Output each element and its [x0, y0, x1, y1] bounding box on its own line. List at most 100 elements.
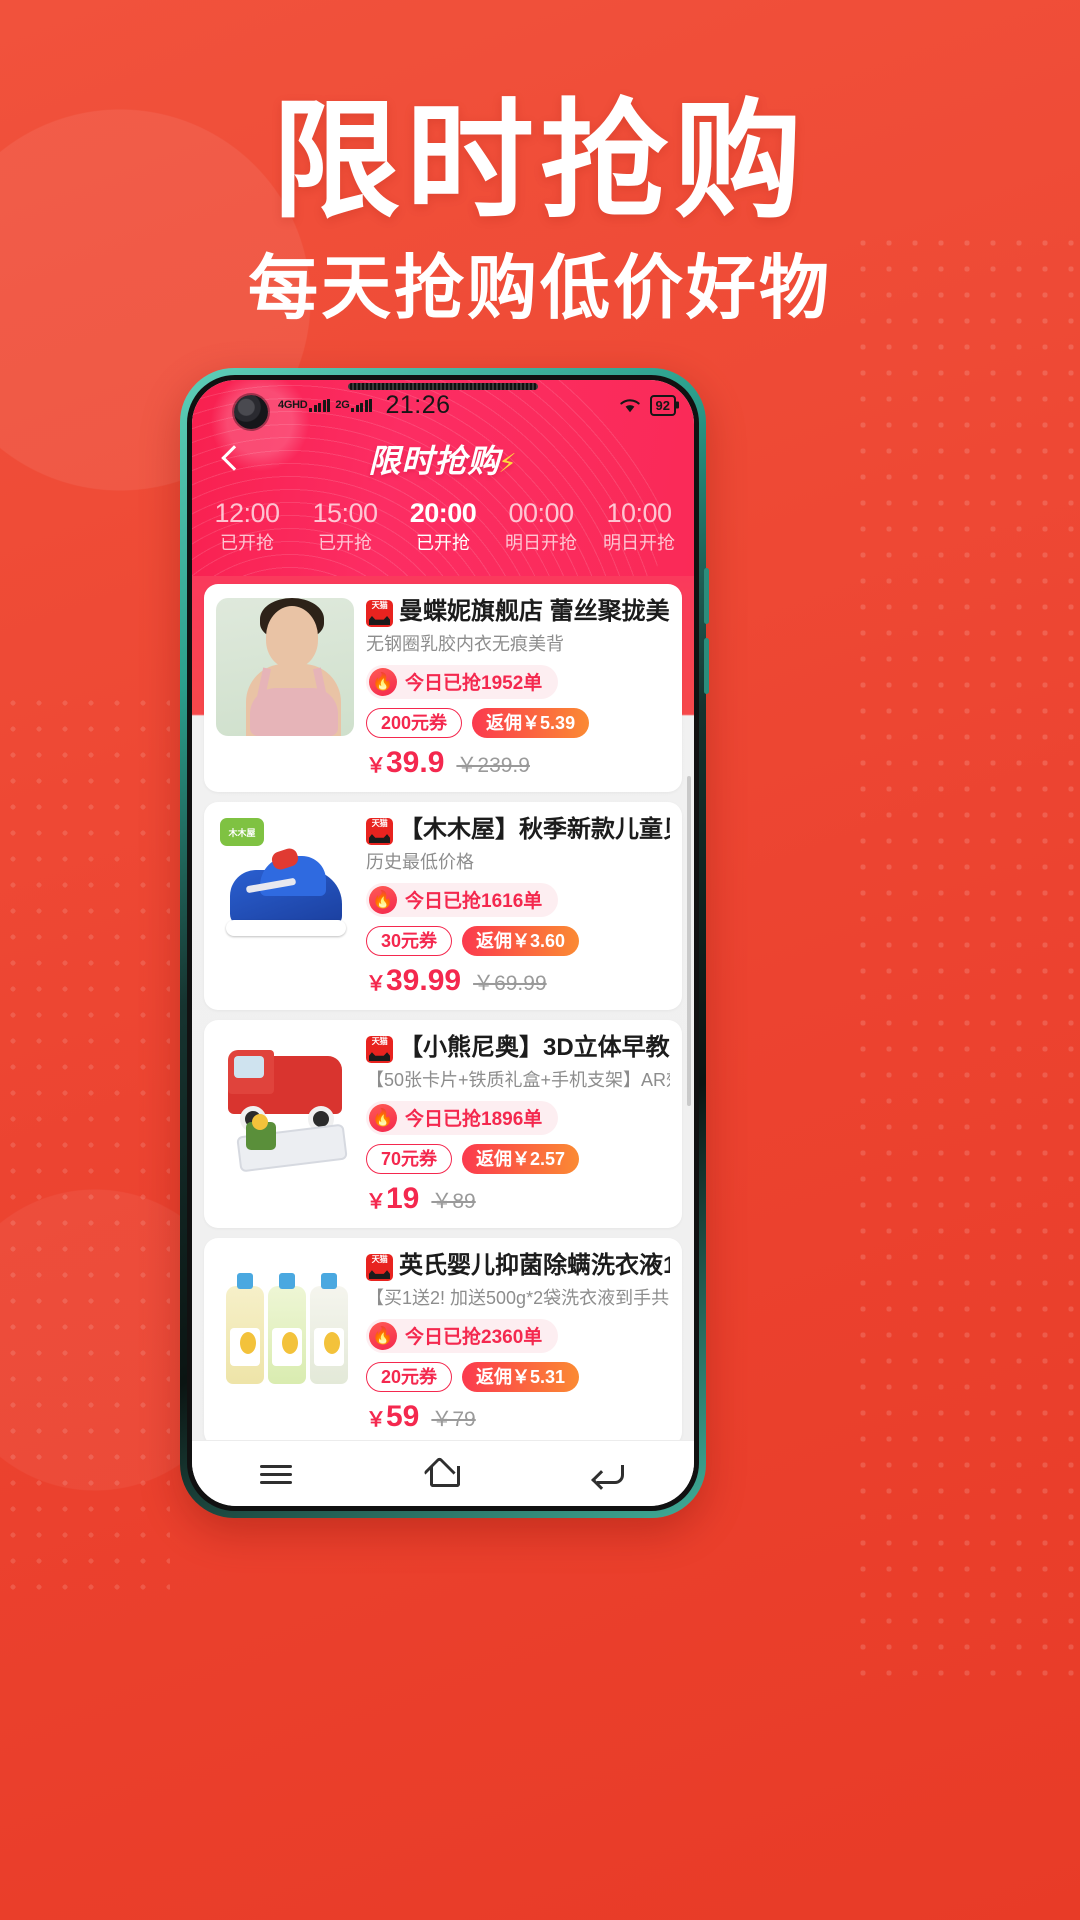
- menu-icon[interactable]: [253, 1457, 299, 1491]
- product-info: 天猫 【小熊尼奥】3D立体早教认 【50张卡片+铁质礼盒+手机支架】AR效 🔥 …: [366, 1034, 670, 1214]
- product-badges: 30元券 返佣￥3.60: [366, 925, 670, 957]
- original-price: ￥79: [431, 1408, 476, 1432]
- product-title-row: 天猫 英氏婴儿抑菌除螨洗衣液1瓶: [366, 1252, 670, 1282]
- tab-status: 已开抢: [318, 533, 372, 554]
- coupon-badge[interactable]: 70元券: [366, 1143, 453, 1175]
- product-title-row: 天猫 【小熊尼奥】3D立体早教认: [366, 1034, 670, 1064]
- rebate-badge: 返佣￥3.60: [462, 925, 580, 957]
- coupon-badge[interactable]: 30元券: [366, 925, 453, 957]
- product-title-row: 天猫 曼蝶妮旗舰店 蕾丝聚拢美背: [366, 598, 670, 627]
- phone-side-button-down[interactable]: [704, 638, 709, 694]
- tab-time: 12:00: [214, 498, 280, 528]
- lightning-bolt-icon: ⚡: [498, 448, 518, 478]
- rebate-badge: 返佣￥5.39: [472, 707, 590, 739]
- product-card[interactable]: 天猫 英氏婴儿抑菌除螨洗衣液1瓶 【买1送2! 加送500g*2袋洗衣液到手共 …: [204, 1238, 682, 1440]
- product-thumbnail[interactable]: [216, 1034, 354, 1173]
- tab-time: 00:00: [508, 498, 574, 528]
- product-badges: 200元券 返佣￥5.39: [366, 707, 670, 739]
- tmall-badge-icon: 天猫: [366, 600, 393, 627]
- tmall-badge-icon: 天猫: [366, 1254, 393, 1282]
- signal-indicator-1: 4GHD: [278, 398, 331, 412]
- product-subtitle: 无钢圈乳胶内衣无痕美背: [366, 634, 564, 654]
- original-price: ￥69.99: [473, 972, 547, 996]
- network-label-1: 4GHD: [278, 398, 308, 411]
- status-bar-right: 92: [618, 394, 676, 416]
- product-card[interactable]: 天猫 【小熊尼奥】3D立体早教认 【50张卡片+铁质礼盒+手机支架】AR效 🔥 …: [204, 1020, 682, 1229]
- current-price: ￥39.9: [366, 746, 445, 780]
- sold-count-text: 今日已抢2360单: [405, 1327, 543, 1349]
- status-clock: 21:26: [385, 390, 451, 419]
- tab-status: 已开抢: [220, 533, 274, 554]
- sold-count-badge: 🔥 今日已抢1616单: [366, 882, 559, 917]
- product-subtitle: 【50张卡片+铁质礼盒+手机支架】AR效: [366, 1070, 670, 1091]
- system-navigation-bar: [192, 1440, 694, 1506]
- flame-icon: 🔥: [369, 1103, 397, 1132]
- tmall-badge-label: 天猫: [371, 1254, 388, 1264]
- product-thumbnail[interactable]: [216, 1252, 354, 1391]
- back-arrow-icon[interactable]: [587, 1457, 633, 1491]
- price-row: ￥39.9 ￥239.9: [366, 748, 670, 778]
- product-scroll-container: 天猫 曼蝶妮旗舰店 蕾丝聚拢美背 无钢圈乳胶内衣无痕美背 🔥 今日已抢1952单…: [204, 576, 682, 1440]
- page-subtitle: 每天抢购低价好物: [248, 249, 832, 327]
- tmall-badge-label: 天猫: [371, 818, 388, 828]
- tab-session-2[interactable]: 20:00 已开抢: [394, 498, 492, 555]
- price-row: ￥59 ￥79: [366, 1402, 670, 1432]
- product-card[interactable]: 天猫 曼蝶妮旗舰店 蕾丝聚拢美背 无钢圈乳胶内衣无痕美背 🔥 今日已抢1952单…: [204, 584, 682, 793]
- tab-status: 已开抢: [416, 533, 470, 554]
- app-nav-row: 限时抢购⚡: [192, 430, 694, 488]
- time-tab-bar: 12:00 已开抢 15:00 已开抢 20:00 已开抢 00:00 明日开抢: [192, 488, 694, 555]
- sold-count-badge: 🔥 今日已抢1952单: [366, 664, 559, 699]
- earpiece-speaker: [348, 383, 538, 390]
- tmall-badge-icon: 天猫: [366, 1036, 393, 1064]
- tab-session-1[interactable]: 15:00 已开抢: [296, 498, 394, 555]
- product-title-row: 天猫 【木木屋】秋季新款儿童贝: [366, 816, 670, 846]
- product-badges: 70元券 返佣￥2.57: [366, 1143, 670, 1175]
- coupon-badge[interactable]: 20元券: [366, 1361, 453, 1393]
- tab-status: 明日开抢: [603, 533, 675, 554]
- rebate-badge: 返佣￥5.31: [462, 1361, 580, 1393]
- coupon-badge[interactable]: 200元券: [366, 707, 463, 739]
- battery-indicator: 92: [649, 394, 676, 416]
- tab-session-4[interactable]: 10:00 明日开抢: [590, 498, 688, 555]
- dot-pattern-left: [0, 690, 170, 1590]
- product-thumbnail[interactable]: [216, 598, 354, 736]
- phone-side-button-up[interactable]: [704, 568, 709, 624]
- product-info: 天猫 【木木屋】秋季新款儿童贝 历史最低价格 🔥 今日已抢1616单 30元券 …: [366, 816, 670, 996]
- dot-pattern-right: [850, 230, 1080, 1680]
- current-price: ￥19: [366, 1182, 420, 1216]
- sold-count-text: 今日已抢1952单: [405, 673, 543, 695]
- sold-count-text: 今日已抢1616单: [405, 891, 543, 913]
- poster-headline-block: 限时抢购 每天抢购低价好物: [0, 98, 1080, 326]
- tab-session-3[interactable]: 00:00 明日开抢: [492, 498, 590, 555]
- app-header: 4GHD 2G 21:26 92 限时抢购⚡ 12:00 已开抢 15:00 已…: [192, 380, 694, 576]
- current-price: ￥59: [366, 1400, 420, 1434]
- sold-count-badge: 🔥 今日已抢1896单: [366, 1100, 559, 1135]
- phone-bezel: 4GHD 2G 21:26 92 限时抢购⚡ 12:00 已开抢 15:00 已…: [187, 375, 699, 1511]
- original-price: ￥239.9: [456, 754, 530, 778]
- product-title: 【小熊尼奥】3D立体早教认: [399, 1034, 670, 1062]
- product-info: 天猫 英氏婴儿抑菌除螨洗衣液1瓶 【买1送2! 加送500g*2袋洗衣液到手共 …: [366, 1252, 670, 1432]
- product-badges: 20元券 返佣￥5.31: [366, 1361, 670, 1393]
- signal-bars-2: [351, 398, 373, 412]
- product-list[interactable]: 天猫 曼蝶妮旗舰店 蕾丝聚拢美背 无钢圈乳胶内衣无痕美背 🔥 今日已抢1952单…: [192, 576, 694, 1440]
- price-row: ￥39.99 ￥69.99: [366, 966, 670, 996]
- product-card[interactable]: 木木屋 天猫 【木木屋】秋季新款儿童贝 历史最低价格 🔥 今日已抢1616单 3…: [204, 802, 682, 1011]
- product-title: 英氏婴儿抑菌除螨洗衣液1瓶: [399, 1252, 670, 1280]
- product-subtitle: 历史最低价格: [366, 852, 474, 873]
- product-info: 天猫 曼蝶妮旗舰店 蕾丝聚拢美背 无钢圈乳胶内衣无痕美背 🔥 今日已抢1952单…: [366, 598, 670, 778]
- tab-time: 10:00: [606, 498, 672, 528]
- tab-time: 20:00: [409, 498, 477, 528]
- tab-session-0[interactable]: 12:00 已开抢: [198, 498, 296, 555]
- product-title: 曼蝶妮旗舰店 蕾丝聚拢美背: [399, 598, 670, 625]
- tab-status: 明日开抢: [505, 533, 577, 554]
- phone-mockup: 4GHD 2G 21:26 92 限时抢购⚡ 12:00 已开抢 15:00 已…: [180, 368, 709, 1518]
- price-row: ￥19 ￥89: [366, 1184, 670, 1214]
- app-title: 限时抢购⚡: [192, 436, 694, 482]
- tab-time: 15:00: [312, 498, 378, 528]
- product-subtitle: 【买1送2! 加送500g*2袋洗衣液到手共: [366, 1288, 670, 1309]
- product-title: 【木木屋】秋季新款儿童贝: [399, 816, 670, 844]
- home-icon[interactable]: [420, 1457, 466, 1491]
- product-thumbnail[interactable]: 木木屋: [216, 816, 354, 955]
- list-scrollbar[interactable]: [687, 776, 691, 1106]
- tmall-badge-label: 天猫: [371, 600, 388, 610]
